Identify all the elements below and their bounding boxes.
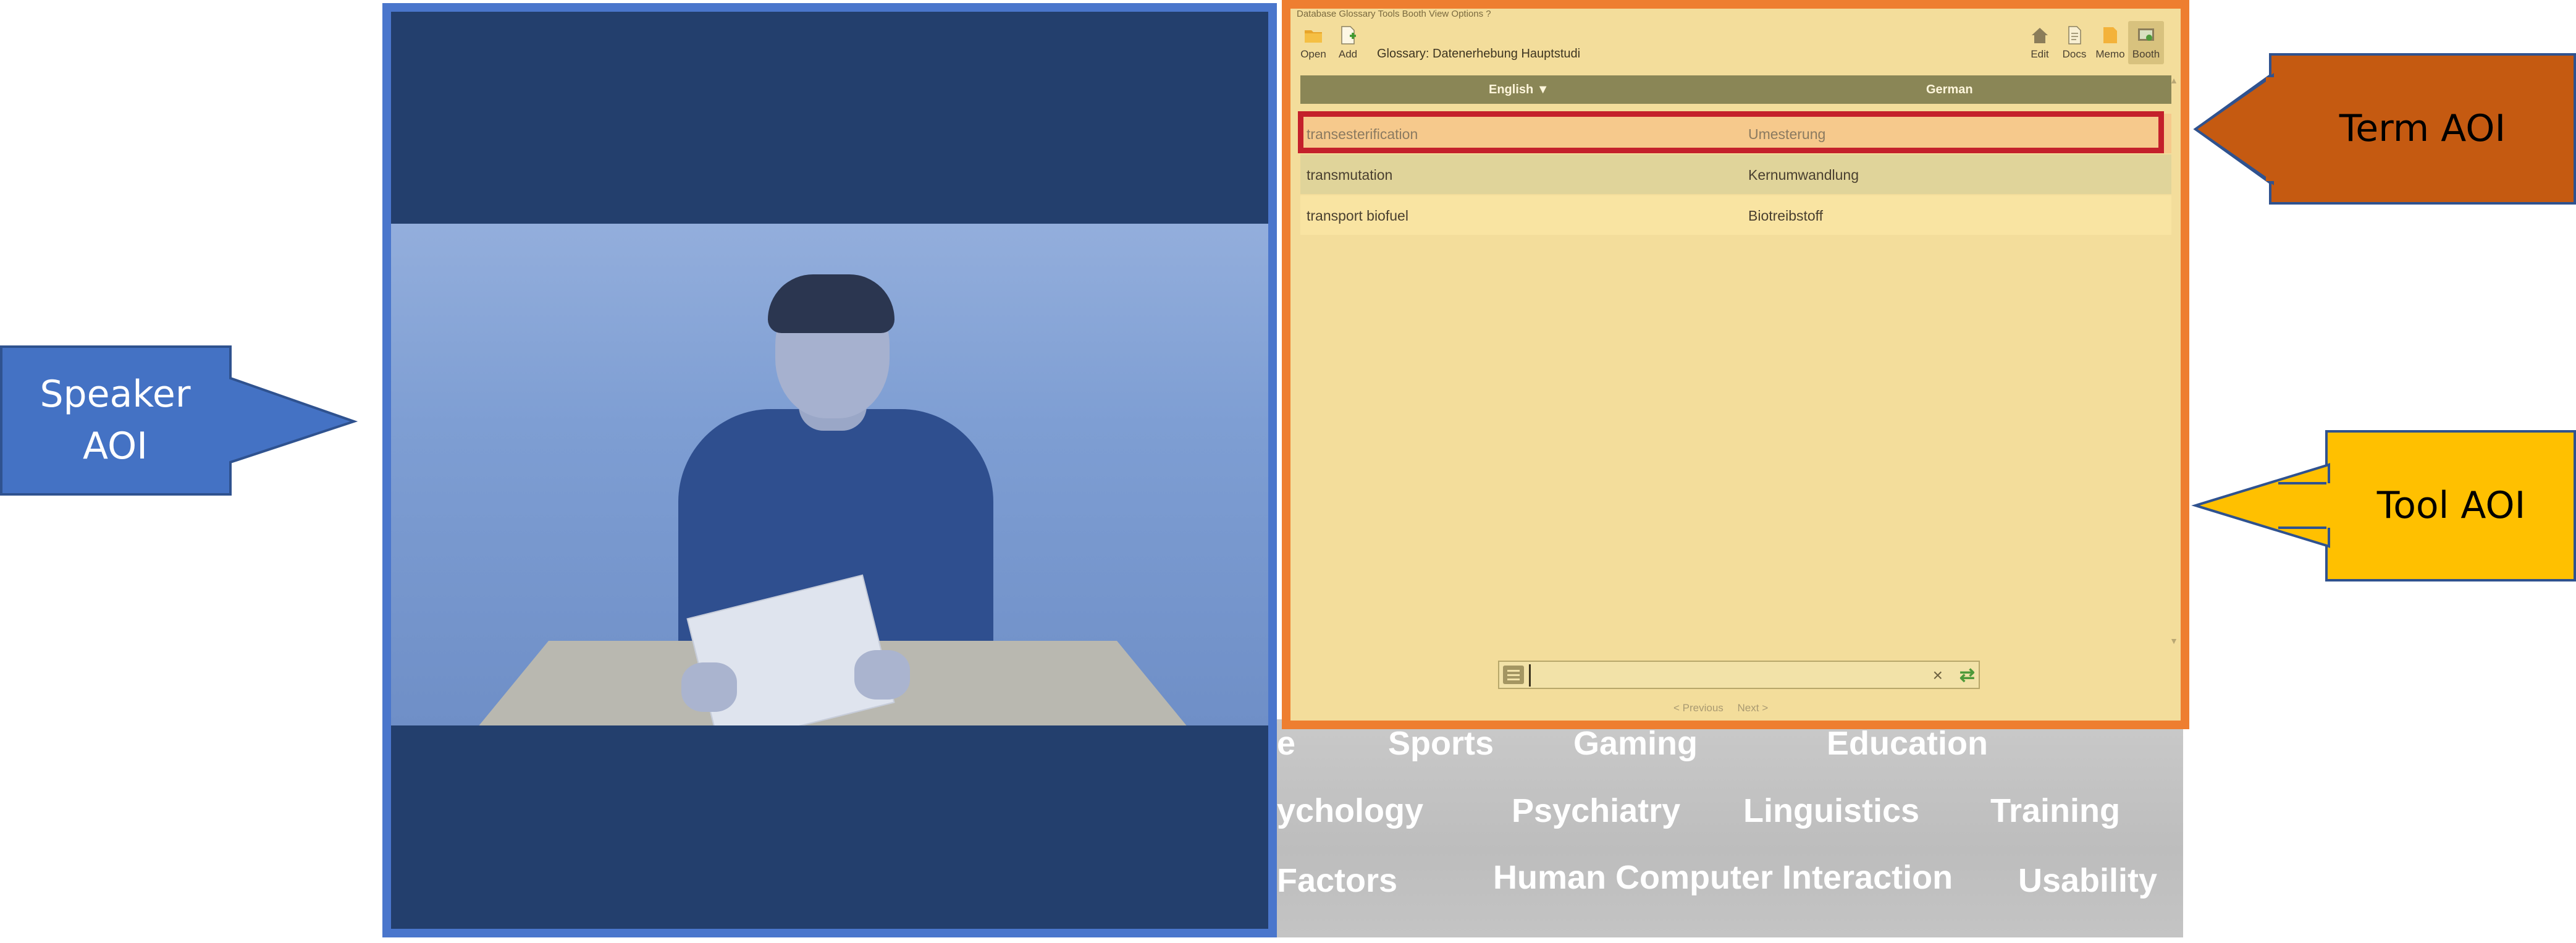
keyword: Usability — [2018, 862, 2158, 899]
tool-aoi-frame: Database Glossary Tools Booth View Optio… — [1282, 0, 2189, 729]
table-header: English ▼ German — [1300, 75, 2171, 104]
speaker-aoi-label: Speaker AOI — [40, 373, 191, 468]
table-row[interactable]: transmutation Kernumwandlung — [1300, 154, 2171, 194]
clear-icon[interactable]: × — [1933, 666, 1943, 685]
keyword: ychology — [1277, 792, 1424, 829]
keyword: Gaming — [1573, 725, 1698, 762]
add-document-icon — [1341, 26, 1356, 44]
scroll-down-icon[interactable]: ▼ — [2170, 636, 2178, 646]
source-term: transesterification — [1307, 126, 1418, 142]
docs-label: Docs — [2062, 48, 2087, 60]
keyword: Psychiatry — [1512, 792, 1681, 829]
booth-icon — [2138, 28, 2154, 41]
next-link[interactable]: Next > — [1738, 702, 1769, 714]
search-input[interactable] — [1529, 664, 1929, 687]
edit-label: Edit — [2031, 48, 2049, 60]
search-bar: × ⇄ — [1498, 661, 1980, 689]
scroll-up-icon[interactable]: ▲ — [2170, 75, 2178, 85]
menu-icon[interactable] — [1503, 666, 1524, 684]
add-label: Add — [1338, 48, 1358, 60]
keyword: Factors — [1277, 862, 1398, 899]
memo-label: Memo — [2095, 48, 2125, 60]
column-header-english[interactable]: English ▼ — [1489, 83, 1549, 97]
speaker-left-hand — [681, 662, 737, 712]
glossary-title: Glossary: Datenerhebung Hauptstudi — [1377, 47, 1581, 61]
document-icon — [2068, 26, 2081, 44]
menu-bar[interactable]: Database Glossary Tools Booth View Optio… — [1297, 9, 1491, 19]
tool-aoi-label: Tool AOI — [2376, 484, 2526, 527]
keyword: Training — [1990, 792, 2121, 829]
open-button[interactable]: Open — [1295, 21, 1331, 64]
table-row[interactable]: transport biofuel Biotreibstoff — [1300, 195, 2171, 235]
keyword: Sports — [1388, 725, 1494, 762]
table-row[interactable]: transesterification Umesterung — [1300, 114, 2171, 153]
target-term: Biotreibstoff — [1748, 208, 1824, 224]
speaker-hair — [768, 274, 894, 333]
source-term: transmutation — [1307, 167, 1393, 183]
column-header-german[interactable]: German — [1926, 83, 1973, 97]
source-term: transport biofuel — [1307, 208, 1408, 224]
target-term: Umesterung — [1748, 126, 1826, 142]
add-button[interactable]: Add — [1330, 21, 1366, 64]
speaker-video — [391, 224, 1268, 725]
keyword: Linguistics — [1743, 792, 1920, 829]
keyword: Education — [1827, 725, 1989, 762]
docs-button[interactable]: Docs — [2056, 21, 2092, 64]
keyword: e — [1277, 725, 1296, 762]
term-aoi-label: Term AOI — [2339, 107, 2506, 150]
booth-label: Booth — [2132, 48, 2160, 60]
memo-icon — [2103, 27, 2117, 43]
booth-button[interactable]: Booth — [2128, 21, 2164, 64]
previous-link[interactable]: < Previous — [1673, 702, 1724, 714]
memo-button[interactable]: Memo — [2092, 21, 2128, 64]
swap-direction-icon[interactable]: ⇄ — [1959, 664, 1975, 686]
keyword: Human Computer Interaction — [1493, 859, 1953, 896]
home-icon — [2032, 28, 2048, 43]
open-label: Open — [1300, 48, 1326, 60]
keyword-wall-background: e Sports Gaming Education ychology Psych… — [1277, 719, 2183, 937]
speaker-aoi-frame — [382, 3, 1277, 937]
target-term: Kernumwandlung — [1748, 167, 1859, 183]
pager: < Previous Next > — [1673, 702, 1779, 714]
folder-icon — [1305, 30, 1322, 43]
speaker-right-hand — [854, 650, 910, 700]
edit-button[interactable]: Edit — [2022, 21, 2058, 64]
toolbar: Open Add Glossary: Datenerhebung Hauptst… — [1290, 21, 2181, 72]
